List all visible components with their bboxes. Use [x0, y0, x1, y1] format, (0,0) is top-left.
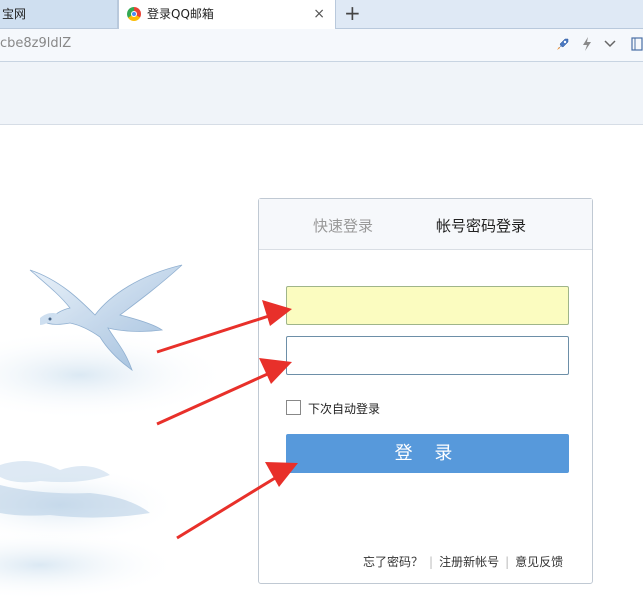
browser-tab-bar: 宝网 登录QQ邮箱 × + — [0, 0, 643, 29]
register-link[interactable]: 注册新帐号 — [439, 555, 499, 569]
login-button[interactable]: 登 录 — [286, 434, 569, 473]
chevron-down-icon[interactable] — [604, 37, 616, 53]
feedback-link[interactable]: 意见反馈 — [515, 555, 563, 569]
forgot-password-link[interactable]: 忘了密码？ — [363, 555, 423, 569]
tab-account-password-login[interactable]: 帐号密码登录 — [436, 215, 526, 236]
password-input[interactable] — [286, 336, 569, 375]
new-tab-icon[interactable]: + — [344, 2, 361, 24]
tab-quick-login[interactable]: 快速登录 — [313, 215, 373, 236]
lightning-icon[interactable] — [582, 37, 592, 55]
username-input[interactable] — [286, 286, 569, 325]
tab-label: 宝网 — [2, 7, 27, 21]
close-icon[interactable]: × — [313, 0, 325, 28]
footer-links: 忘了密码？ | 注册新帐号 | 意见反馈 — [363, 553, 563, 570]
rocket-icon[interactable] — [556, 37, 570, 55]
url-text[interactable]: cbe8z9ldlZ — [0, 36, 71, 51]
link-separator: | — [429, 555, 434, 569]
remember-label: 下次自动登录 — [308, 402, 381, 416]
sidebar-icon[interactable] — [631, 37, 643, 55]
login-panel: 快速登录 帐号密码登录 下次自动登录 登 录 忘了密码？ | 注册新帐号 | 意见反馈 — [258, 198, 593, 584]
tab-previous[interactable]: 宝网 — [0, 0, 118, 28]
link-separator: | — [505, 555, 510, 569]
page-header — [0, 62, 643, 125]
background-illustration — [0, 125, 255, 609]
tab-qq-mail-login[interactable]: 登录QQ邮箱 × — [118, 0, 336, 29]
tab-label: 登录QQ邮箱 — [147, 7, 214, 21]
login-tabs: 快速登录 帐号密码登录 — [259, 199, 592, 250]
remember-checkbox[interactable] — [286, 400, 301, 415]
browser-logo-icon — [127, 7, 141, 21]
address-bar: cbe8z9ldlZ — [0, 29, 643, 62]
